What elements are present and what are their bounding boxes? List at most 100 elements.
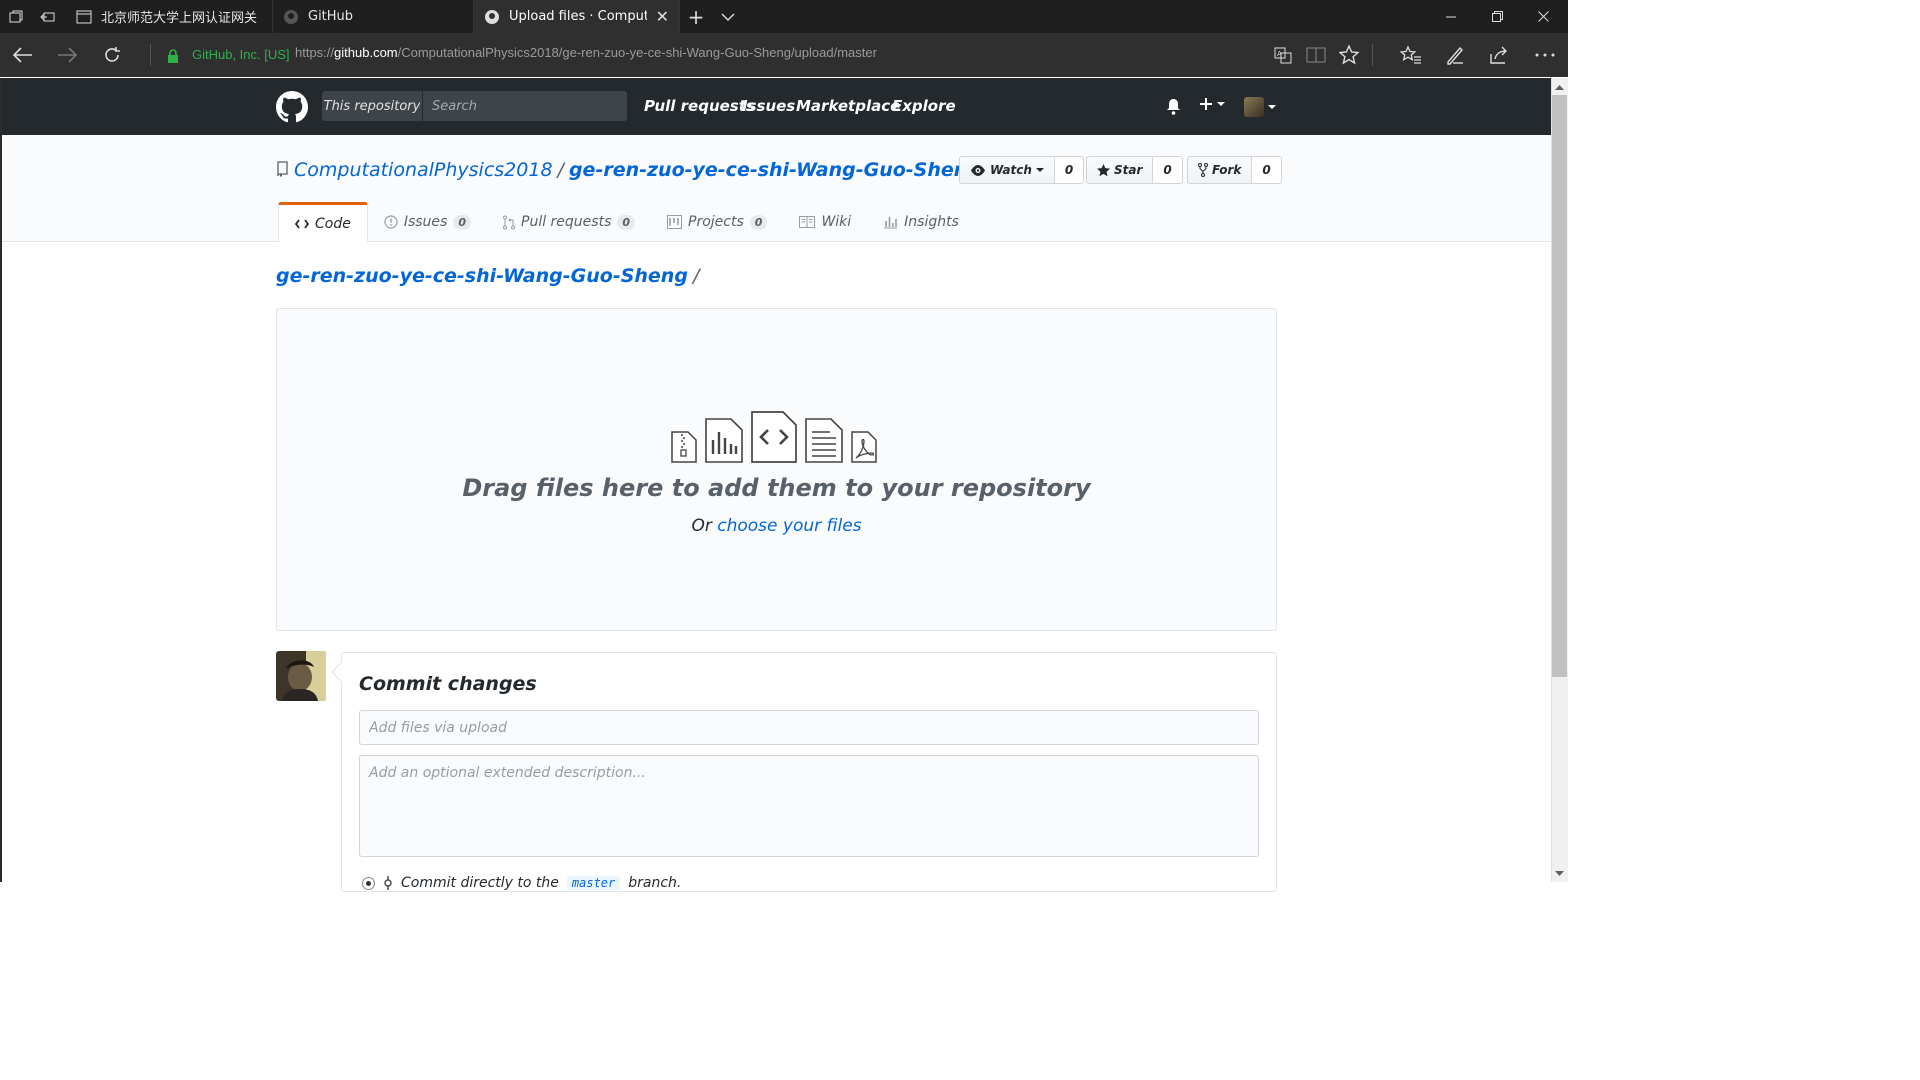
commit-icon: [384, 876, 392, 890]
tab-wiki[interactable]: Wiki: [783, 202, 867, 242]
commit-direct-option[interactable]: Commit directly to the master branch.: [362, 875, 681, 891]
tab-upload-files[interactable]: Upload files · Computat ✕: [474, 0, 680, 33]
star-button[interactable]: Star: [1086, 156, 1154, 184]
tab-issues[interactable]: Issues 0: [368, 202, 487, 242]
github-header: This repository Pull requests Issues Mar…: [0, 78, 1551, 135]
scroll-up-icon[interactable]: [1551, 78, 1568, 95]
lock-icon[interactable]: [167, 48, 179, 67]
minimize-icon[interactable]: [1428, 0, 1474, 33]
graph-icon: [884, 217, 898, 229]
issues-counter: 0: [453, 214, 471, 230]
fork-button[interactable]: Fork: [1187, 156, 1253, 184]
tab-label: Pull requests: [521, 214, 612, 230]
issue-opened-icon: [384, 215, 398, 229]
nav-marketplace[interactable]: Marketplace: [796, 97, 900, 115]
tab-pull-requests[interactable]: Pull requests 0: [487, 202, 651, 242]
tab-title: Upload files · Computat: [509, 9, 647, 24]
divider: [1372, 44, 1373, 66]
star-label: Star: [1114, 163, 1143, 177]
radio-button[interactable]: [362, 876, 375, 890]
scrollbar-thumb[interactable]: [1552, 95, 1567, 677]
repo-owner-link[interactable]: ComputationalPhysics2018: [294, 159, 553, 181]
tab-code[interactable]: Code: [278, 202, 368, 243]
fork-count[interactable]: 0: [1252, 156, 1282, 184]
commit-description-textarea[interactable]: [359, 755, 1259, 857]
repo-nav-tabs: Code Issues 0 Pull requests 0 Projects 0…: [278, 202, 975, 243]
user-menu[interactable]: [1244, 97, 1276, 117]
notification-bell-icon[interactable]: [1166, 98, 1181, 115]
nav-pull-requests[interactable]: Pull requests: [644, 97, 755, 115]
watch-button[interactable]: Watch: [959, 156, 1055, 184]
chevron-down-icon: [1217, 102, 1225, 106]
web-note-pen-icon[interactable]: [1435, 33, 1475, 77]
divider: [150, 44, 151, 66]
project-icon: [667, 215, 683, 229]
breadcrumb: ge-ren-zuo-ye-ce-shi-Wang-Guo-Sheng /: [276, 265, 699, 287]
tab-github[interactable]: GitHub: [273, 0, 474, 33]
avatar: [1244, 97, 1264, 117]
chevron-down-icon: [1268, 105, 1276, 109]
fork-button-group: Fork 0: [1187, 156, 1282, 184]
repo-name-link[interactable]: ge-ren-zuo-ye-ce-shi-Wang-Guo-Sheng: [569, 159, 981, 181]
search-input[interactable]: [422, 91, 627, 121]
code-icon: [295, 218, 309, 229]
tab-label: Insights: [904, 214, 959, 230]
favorite-star-icon[interactable]: [1329, 33, 1369, 77]
branch-name: master: [566, 876, 621, 890]
tab-manager-icon[interactable]: [0, 0, 32, 33]
refresh-icon[interactable]: [90, 33, 134, 77]
nav-issues[interactable]: Issues: [742, 97, 795, 115]
favorites-hub-icon[interactable]: [1391, 33, 1431, 77]
file-drop-zone[interactable]: Drag files here to add them to your repo…: [276, 308, 1277, 631]
commit-form: Commit changes Commit directly to the ma…: [331, 652, 1277, 892]
file-zip-icon: [671, 431, 697, 463]
file-code-icon: [751, 411, 797, 463]
share-icon[interactable]: [1479, 33, 1519, 77]
more-menu-icon[interactable]: [1525, 33, 1565, 77]
close-window-icon[interactable]: [1520, 0, 1566, 33]
file-pdf-icon: [851, 431, 877, 463]
watch-count[interactable]: 0: [1054, 156, 1085, 184]
choose-files-line: Or choose your files: [277, 516, 1276, 536]
fork-label: Fork: [1212, 163, 1242, 177]
github-favicon-icon: [484, 9, 500, 25]
certificate-label[interactable]: GitHub, Inc. [US]: [192, 47, 290, 62]
browser-tab-bar: 北京师范大学上网认证网关 GitHub Upload files · Compu…: [0, 0, 1568, 33]
tab-preview-chevron-icon[interactable]: [712, 0, 744, 33]
eye-icon: [971, 164, 985, 176]
tab-projects[interactable]: Projects 0: [651, 202, 783, 242]
avatar[interactable]: [276, 651, 326, 701]
search-scope-label[interactable]: This repository: [322, 91, 422, 121]
or-text: Or: [691, 516, 712, 536]
commit-summary-input[interactable]: [359, 710, 1259, 745]
breadcrumb-slash: /: [692, 265, 700, 287]
restore-icon[interactable]: [1474, 0, 1520, 33]
watch-label: Watch: [990, 163, 1032, 177]
choose-files-link[interactable]: choose your files: [717, 516, 861, 536]
github-octocat-logo-icon[interactable]: [276, 91, 308, 127]
forward-icon[interactable]: [45, 33, 89, 77]
page-icon: [76, 9, 92, 25]
star-count[interactable]: 0: [1153, 156, 1183, 184]
projects-counter: 0: [749, 214, 768, 230]
nav-explore[interactable]: Explore: [892, 97, 956, 115]
breadcrumb-repo-link[interactable]: ge-ren-zuo-ye-ce-shi-Wang-Guo-Sheng: [276, 265, 688, 287]
tab-label: Wiki: [821, 214, 852, 230]
watch-button-group: Watch 0: [959, 156, 1085, 184]
close-tab-icon[interactable]: ✕: [656, 7, 669, 26]
tab-insights[interactable]: Insights: [867, 202, 975, 242]
star-icon: [1097, 163, 1110, 176]
new-tab-icon[interactable]: +: [680, 0, 712, 33]
scroll-down-icon[interactable]: [1551, 865, 1568, 882]
tab-bnu-gateway[interactable]: 北京师范大学上网认证网关: [66, 0, 273, 33]
url-field[interactable]: https://github.com/ComputationalPhysics2…: [295, 45, 877, 60]
set-aside-tabs-icon[interactable]: [32, 0, 64, 33]
repo-title: ComputationalPhysics2018/ge-ren-zuo-ye-c…: [294, 159, 981, 181]
tab-title: 北京师范大学上网认证网关: [101, 11, 258, 26]
create-new-plus-icon[interactable]: [1199, 97, 1225, 111]
star-button-group: Star 0: [1086, 156, 1183, 184]
tab-title: GitHub: [308, 9, 354, 24]
url-scheme: https://: [295, 45, 335, 60]
svg-text:A: A: [1277, 50, 1282, 58]
back-icon[interactable]: [1, 33, 45, 77]
